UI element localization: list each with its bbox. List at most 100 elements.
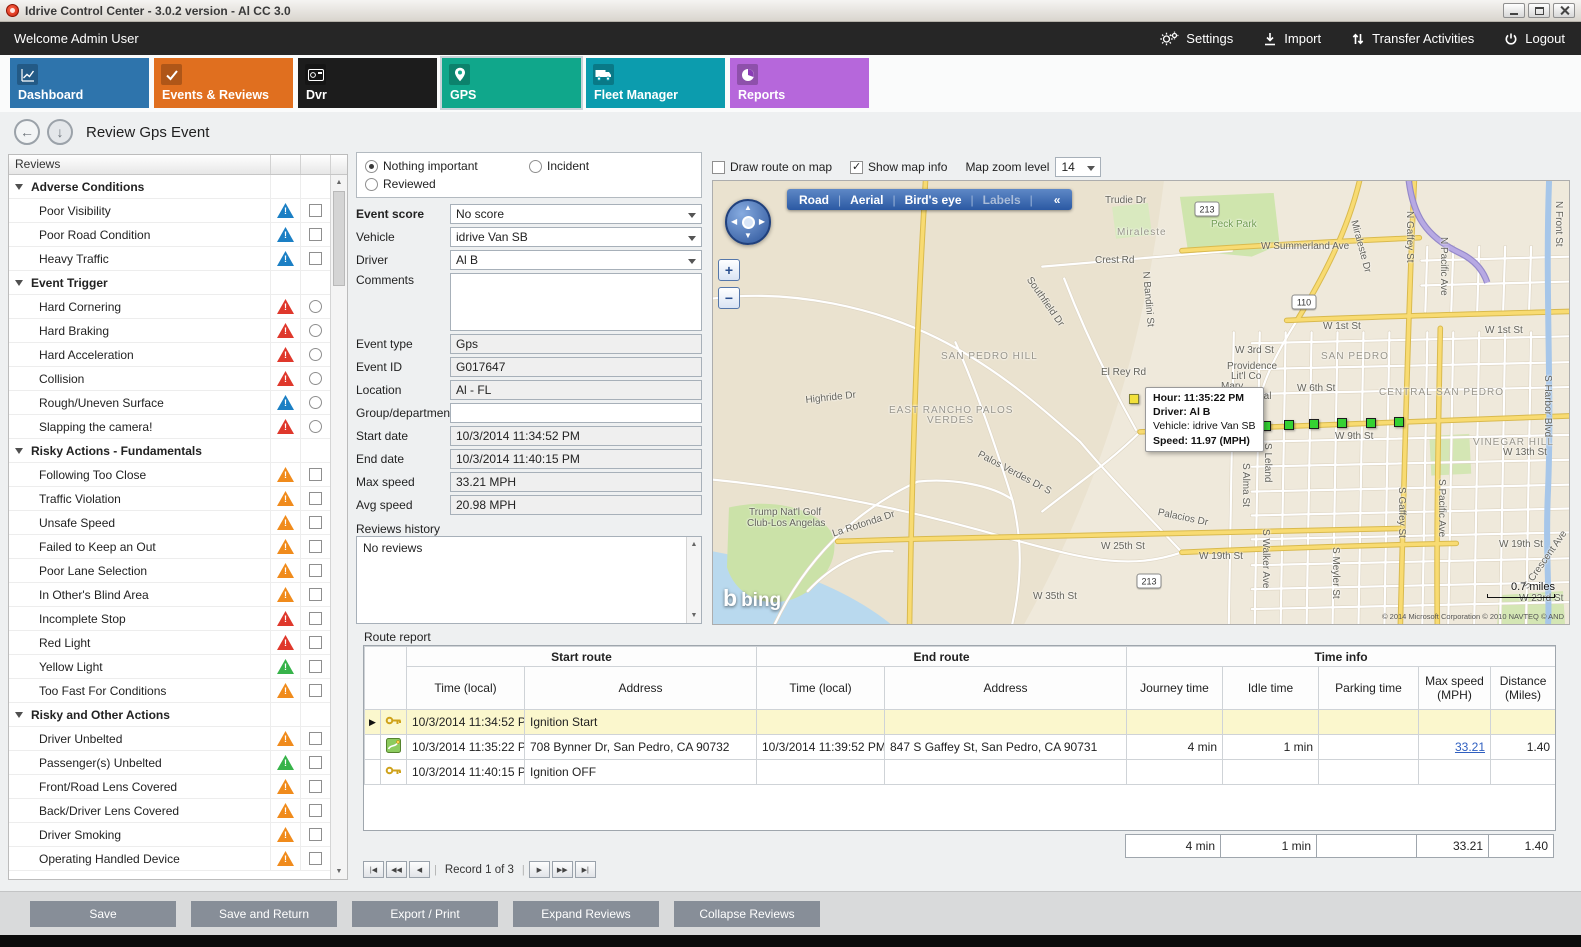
map-view-road[interactable]: Road: [799, 193, 829, 207]
scrollbar-thumb[interactable]: [333, 191, 345, 286]
review-checkbox[interactable]: [309, 204, 322, 217]
draw-route-checkbox[interactable]: [712, 161, 725, 174]
map-compass[interactable]: ▲ ▼ ◀ ▶: [725, 199, 771, 245]
avg-speed-field[interactable]: 20.98 MPH: [450, 495, 702, 515]
zoom-in-button[interactable]: +: [718, 259, 740, 281]
map[interactable]: Trudie DrPeck ParkMiralesteW Summerland …: [712, 180, 1570, 625]
review-checkbox[interactable]: [309, 252, 322, 265]
tab-fleet-manager[interactable]: Fleet Manager: [586, 58, 725, 108]
review-checkbox[interactable]: [309, 828, 322, 841]
max-speed-field[interactable]: 33.21 MPH: [450, 472, 702, 492]
review-radio[interactable]: [309, 348, 322, 361]
collapse-reviews-button[interactable]: Collapse Reviews: [674, 901, 820, 927]
tab-reports[interactable]: Reports: [730, 58, 869, 108]
prev-record-button[interactable]: ◀: [409, 861, 430, 878]
start-date-field[interactable]: 10/3/2014 11:34:52 PM: [450, 426, 702, 446]
column-header[interactable]: Distance (Miles): [1491, 667, 1556, 710]
column-header[interactable]: Address: [525, 667, 757, 710]
review-checkbox[interactable]: [309, 804, 322, 817]
review-checkbox[interactable]: [309, 492, 322, 505]
prev-page-button[interactable]: ◀◀: [386, 861, 407, 878]
save-button[interactable]: Save: [30, 901, 176, 927]
last-record-button[interactable]: ▶|: [575, 861, 596, 878]
map-view-aerial[interactable]: Aerial: [850, 193, 883, 207]
expand-reviews-button[interactable]: Expand Reviews: [513, 901, 659, 927]
review-checkbox[interactable]: [309, 540, 322, 553]
review-radio[interactable]: [309, 372, 322, 385]
review-group[interactable]: Event Trigger: [9, 271, 330, 295]
review-group[interactable]: Adverse Conditions: [9, 175, 330, 199]
next-record-button[interactable]: ▶: [529, 861, 550, 878]
review-checkbox[interactable]: [309, 588, 322, 601]
import-button[interactable]: Import: [1263, 31, 1321, 46]
driver-select[interactable]: Al B: [450, 250, 702, 270]
pan-east-icon[interactable]: ▶: [759, 218, 765, 226]
maximize-button[interactable]: [1528, 3, 1550, 18]
pan-south-icon[interactable]: ▼: [744, 232, 752, 240]
event-type-field[interactable]: Gps: [450, 334, 702, 354]
logout-button[interactable]: Logout: [1504, 31, 1565, 46]
route-row[interactable]: ▶10/3/2014 11:34:52 PMIgnition Start: [365, 710, 1556, 735]
review-checkbox[interactable]: [309, 612, 322, 625]
classification-radio-nothing-important[interactable]: [365, 160, 378, 173]
zoom-out-button[interactable]: −: [718, 287, 740, 309]
map-zoom-select[interactable]: 14: [1055, 157, 1101, 177]
column-header[interactable]: Parking time: [1319, 667, 1419, 710]
reviews-history-scrollbar[interactable]: ▲ ▼: [686, 537, 701, 623]
close-button[interactable]: [1553, 3, 1575, 18]
tab-events-reviews[interactable]: Events & Reviews: [154, 58, 293, 108]
first-record-button[interactable]: |◀: [363, 861, 384, 878]
review-group[interactable]: Risky Actions - Fundamentals: [9, 439, 330, 463]
location-field[interactable]: Al - FL: [450, 380, 702, 400]
review-checkbox[interactable]: [309, 636, 322, 649]
down-button[interactable]: ↓: [47, 119, 73, 145]
event-score-select[interactable]: No score: [450, 204, 702, 224]
map-view-labels[interactable]: Labels: [983, 193, 1021, 207]
review-checkbox[interactable]: [309, 732, 322, 745]
compass-center[interactable]: [742, 216, 755, 229]
column-header[interactable]: Address: [885, 667, 1127, 710]
review-checkbox[interactable]: [309, 852, 322, 865]
column-header[interactable]: Max speed (MPH): [1419, 667, 1491, 710]
review-radio[interactable]: [309, 420, 322, 433]
tab-gps[interactable]: GPS: [442, 58, 581, 108]
review-checkbox[interactable]: [309, 780, 322, 793]
pan-north-icon[interactable]: ▲: [744, 204, 752, 212]
scroll-down-icon[interactable]: ▼: [687, 608, 701, 623]
review-radio[interactable]: [309, 324, 322, 337]
review-checkbox[interactable]: [309, 660, 322, 673]
review-checkbox[interactable]: [309, 468, 322, 481]
end-date-field[interactable]: 10/3/2014 11:40:15 PM: [450, 449, 702, 469]
scroll-up-icon[interactable]: ▲: [331, 175, 347, 190]
review-checkbox[interactable]: [309, 564, 322, 577]
tab-dashboard[interactable]: Dashboard: [10, 58, 149, 108]
review-checkbox[interactable]: [309, 516, 322, 529]
show-map-info-checkbox[interactable]: [850, 161, 863, 174]
reviews-history-box[interactable]: No reviews ▲ ▼: [356, 536, 702, 624]
review-radio[interactable]: [309, 396, 322, 409]
classification-radio-reviewed[interactable]: [365, 178, 378, 191]
column-header[interactable]: Time (local): [757, 667, 885, 710]
event-id-field[interactable]: G017647: [450, 357, 702, 377]
review-checkbox[interactable]: [309, 684, 322, 697]
group-department-field[interactable]: [450, 403, 702, 423]
column-header[interactable]: Journey time: [1127, 667, 1223, 710]
review-checkbox[interactable]: [309, 228, 322, 241]
review-checkbox[interactable]: [309, 756, 322, 769]
column-header[interactable]: Time (local): [407, 667, 525, 710]
vehicle-select[interactable]: idrive Van SB: [450, 227, 702, 247]
max-speed-link[interactable]: 33.21: [1455, 740, 1485, 754]
save-and-return-button[interactable]: Save and Return: [191, 901, 337, 927]
next-page-button[interactable]: ▶▶: [552, 861, 573, 878]
scroll-up-icon[interactable]: ▲: [687, 537, 701, 552]
classification-radio-incident[interactable]: [529, 160, 542, 173]
review-radio[interactable]: [309, 300, 322, 313]
map-nav-collapse-icon[interactable]: «: [1054, 193, 1061, 207]
pan-west-icon[interactable]: ◀: [731, 218, 737, 226]
map-view-bird-s-eye[interactable]: Bird's eye: [905, 193, 962, 207]
back-button[interactable]: ←: [14, 119, 40, 145]
reviews-scrollbar[interactable]: ▲ ▼: [330, 175, 347, 879]
tab-dvr[interactable]: Dvr: [298, 58, 437, 108]
comments-field[interactable]: [450, 273, 702, 331]
route-row[interactable]: 10/3/2014 11:40:15 PMIgnition OFF: [365, 760, 1556, 785]
